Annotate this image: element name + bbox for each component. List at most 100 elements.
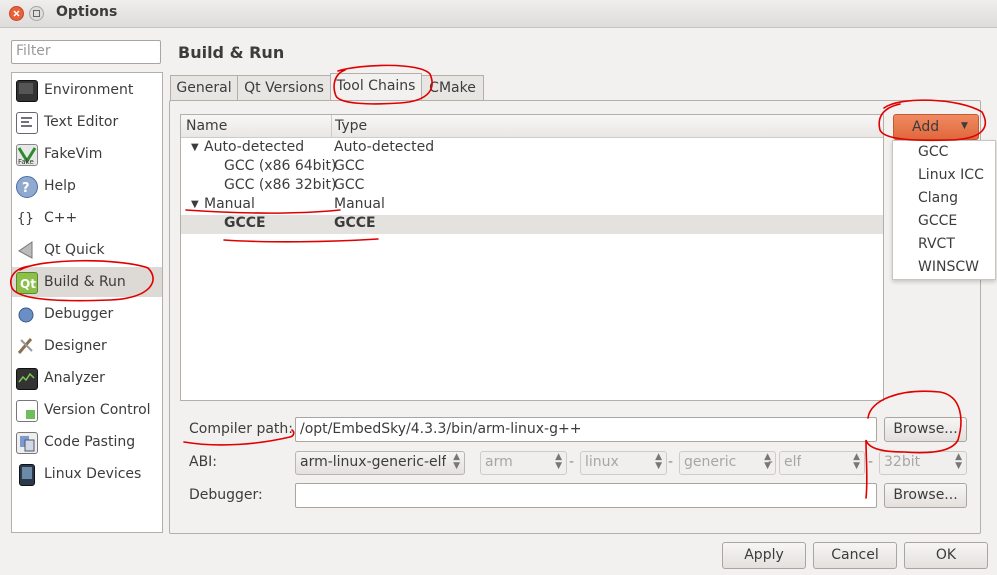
tree-row-gcc-32[interactable]: GCC (x86 32bit) GCC [181, 177, 883, 196]
menu-item-gcc[interactable]: GCC [918, 144, 948, 160]
category-cpp[interactable]: {} C++ [12, 203, 162, 233]
expand-arrow-icon[interactable]: ▼ [191, 199, 199, 210]
category-label: Version Control [44, 402, 151, 418]
menu-item-rvct[interactable]: RVCT [918, 236, 955, 252]
category-label: Help [44, 178, 76, 194]
compiler-path-input[interactable] [296, 418, 874, 439]
toolchain-tree[interactable]: Name Type ▼ Auto-detected Auto-detected … [180, 114, 884, 401]
category-build-run[interactable]: Qt Build & Run [12, 267, 162, 297]
category-label: Code Pasting [44, 434, 136, 450]
tree-row-gcce[interactable]: GCCE GCCE [181, 215, 883, 234]
abi-architecture-select[interactable]: arm ▲ ▼ [480, 451, 567, 475]
category-qt-quick[interactable]: Qt Quick [12, 235, 162, 265]
window-title: Options [56, 4, 118, 20]
spin-arrows-icon: ▲ ▼ [555, 452, 562, 471]
spin-arrows-icon: ▲ ▼ [655, 452, 662, 471]
svg-text:Qt: Qt [20, 277, 36, 291]
row-type: Auto-detected [334, 139, 435, 155]
category-fakevim[interactable]: Fake FakeVim [12, 139, 162, 169]
build-run-icon: Qt [16, 272, 38, 294]
menu-item-clang[interactable]: Clang [918, 190, 958, 206]
abi-separator: - [569, 454, 575, 470]
add-button-label: Add [912, 119, 940, 135]
category-version-control[interactable]: Version Control [12, 395, 162, 425]
category-label: Debugger [44, 306, 114, 322]
designer-icon [16, 336, 36, 356]
debugger-field[interactable] [295, 483, 877, 508]
svg-text:?: ? [22, 181, 30, 196]
category-analyzer[interactable]: Analyzer [12, 363, 162, 393]
row-name: GCC (x86 32bit) [224, 177, 337, 193]
cancel-button[interactable]: Cancel [813, 542, 897, 569]
category-label: Designer [44, 338, 107, 354]
spin-arrows-icon: ▲ ▼ [955, 452, 962, 471]
title-bar: Options [0, 0, 997, 28]
category-help[interactable]: ? Help [12, 171, 162, 201]
expand-arrow-icon[interactable]: ▼ [191, 142, 199, 153]
debugger-input[interactable] [296, 484, 874, 505]
tree-row-manual[interactable]: ▼ Manual Manual [181, 196, 883, 215]
category-code-pasting[interactable]: Code Pasting [12, 427, 162, 457]
tab-qt-versions[interactable]: Qt Versions [237, 75, 331, 101]
category-label: Qt Quick [44, 242, 105, 258]
column-header-type[interactable]: Type [335, 118, 367, 134]
category-label: Build & Run [44, 274, 126, 290]
category-label: C++ [44, 210, 78, 226]
tree-row-gcc-64[interactable]: GCC (x86 64bit) GCC [181, 158, 883, 177]
spin-arrows-icon: ▲ ▼ [853, 452, 860, 471]
category-linux-devices[interactable]: Linux Devices [12, 459, 162, 489]
svg-text:Fake: Fake [18, 158, 34, 165]
column-header-name[interactable]: Name [186, 118, 227, 134]
abi-select[interactable]: arm-linux-generic-elf-32bit ▲▼ [295, 451, 465, 475]
menu-item-linux-icc[interactable]: Linux ICC [918, 167, 984, 183]
row-type: Manual [334, 196, 385, 212]
category-text-editor[interactable]: Text Editor [12, 107, 162, 137]
browse-compiler-button[interactable]: Browse... [884, 417, 967, 442]
category-label: Text Editor [44, 114, 119, 130]
abi-width-value: 32bit [884, 454, 921, 470]
abi-architecture-value: arm [485, 454, 513, 470]
apply-button[interactable]: Apply [722, 542, 806, 569]
category-label: Linux Devices [44, 466, 142, 482]
browse-debugger-button[interactable]: Browse... [884, 483, 967, 508]
menu-item-gcce[interactable]: GCCE [918, 213, 957, 229]
column-separator [331, 115, 332, 137]
row-type: GCC [334, 177, 365, 193]
row-name: Auto-detected [204, 139, 305, 155]
add-button[interactable]: Add ▼ [893, 114, 979, 140]
row-name: Manual [204, 196, 255, 212]
abi-format-select[interactable]: elf ▲ ▼ [779, 451, 865, 475]
abi-os-select[interactable]: linux ▲ ▼ [580, 451, 667, 475]
category-designer[interactable]: Designer [12, 331, 162, 361]
spin-arrows-icon: ▲ ▼ [453, 452, 460, 471]
version-control-icon [16, 400, 38, 422]
abi-format-value: elf [784, 454, 802, 470]
maximize-window-icon[interactable] [29, 6, 44, 21]
menu-item-winscw[interactable]: WINSCW [918, 259, 979, 275]
tab-tool-chains[interactable]: Tool Chains [330, 73, 422, 101]
tab-general[interactable]: General [170, 75, 238, 101]
category-environment[interactable]: Environment [12, 75, 162, 105]
compiler-path-label: Compiler path: [189, 421, 294, 437]
filter-input[interactable] [12, 41, 160, 61]
code-pasting-icon [16, 432, 38, 454]
abi-width-select[interactable]: 32bit ▲ ▼ [879, 451, 967, 475]
row-type: GCC [334, 158, 365, 174]
filter-field[interactable] [11, 40, 161, 64]
category-debugger[interactable]: Debugger [12, 299, 162, 329]
tree-header: Name Type [181, 115, 883, 138]
text-editor-icon [16, 112, 38, 134]
compiler-path-field[interactable] [295, 417, 877, 442]
abi-flavor-value: generic [684, 454, 737, 470]
analyzer-icon [16, 368, 38, 390]
tree-row-auto-detected[interactable]: ▼ Auto-detected Auto-detected [181, 139, 883, 158]
dropdown-arrow-icon: ▼ [961, 121, 968, 131]
ok-button[interactable]: OK [904, 542, 988, 569]
abi-flavor-select[interactable]: generic ▲ ▼ [679, 451, 776, 475]
linux-devices-icon [19, 464, 35, 486]
debugger-icon [16, 304, 36, 324]
category-list: Environment Text Editor Fake FakeVim ? H… [11, 72, 163, 533]
close-window-icon[interactable] [9, 6, 24, 21]
abi-separator: - [668, 454, 674, 470]
tab-cmake[interactable]: CMake [421, 75, 484, 101]
